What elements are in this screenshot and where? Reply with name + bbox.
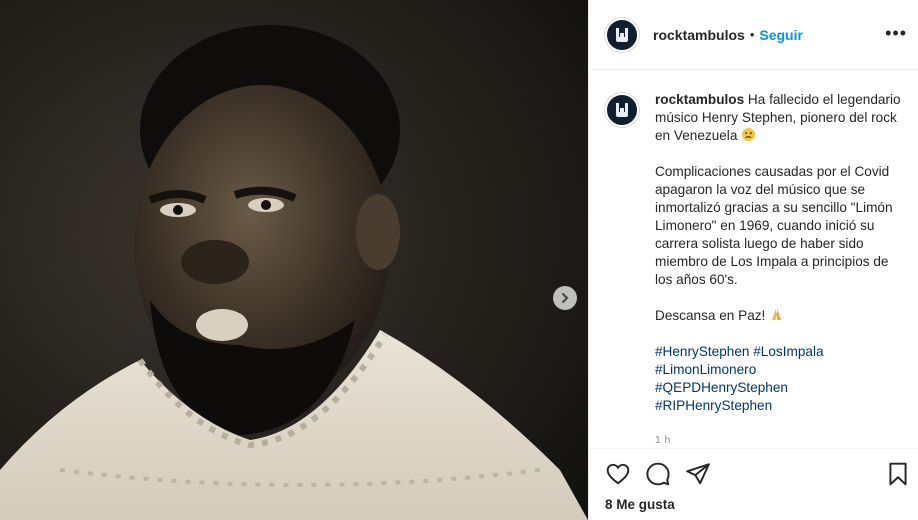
next-image-button[interactable] bbox=[553, 286, 577, 310]
caption-avatar[interactable] bbox=[605, 93, 639, 127]
hashtag-link[interactable]: #RIPHenryStephen bbox=[655, 397, 901, 415]
post-media[interactable] bbox=[0, 0, 588, 520]
hashtag-link[interactable]: #QEPDHenryStephen bbox=[655, 379, 901, 397]
caption-row: rocktambulos Ha fallecido el legendario … bbox=[605, 91, 903, 448]
caption-closing-line: Descansa en Paz! bbox=[655, 307, 901, 325]
comment-icon[interactable] bbox=[645, 461, 671, 487]
action-icons bbox=[605, 461, 711, 487]
instagram-post: rocktambulos • Seguir ••• rocktambulos H… bbox=[0, 0, 918, 520]
folded-hands-emoji-icon bbox=[771, 308, 782, 321]
hashtag-list: #HenryStephen #LosImpala #LimonLimonero … bbox=[655, 343, 901, 415]
post-photo bbox=[0, 0, 588, 520]
caption-closing: Descansa en Paz! bbox=[655, 308, 766, 323]
follow-button[interactable]: Seguir bbox=[759, 27, 803, 43]
avatar[interactable] bbox=[605, 17, 639, 52]
likes-count[interactable]: 8 Me gusta bbox=[605, 497, 675, 512]
paper-plane-icon[interactable] bbox=[685, 461, 711, 487]
post-timestamp[interactable]: 1 h bbox=[655, 431, 901, 448]
bookmark-icon[interactable] bbox=[885, 461, 911, 487]
hashtag-link[interactable]: #HenryStephen #LosImpala bbox=[655, 343, 901, 361]
rock-hand-logo-icon bbox=[616, 103, 628, 117]
caption-area: rocktambulos Ha fallecido el legendario … bbox=[589, 71, 918, 448]
separator-dot: • bbox=[749, 27, 755, 42]
chevron-right-icon bbox=[562, 293, 569, 303]
post-side-panel: rocktambulos • Seguir ••• rocktambulos H… bbox=[588, 0, 918, 520]
sad-face-emoji-icon bbox=[742, 127, 756, 142]
caption-text: rocktambulos Ha fallecido el legendario … bbox=[655, 91, 901, 448]
hashtag-link[interactable]: #LimonLimonero bbox=[655, 361, 901, 379]
header-username[interactable]: rocktambulos bbox=[653, 27, 745, 43]
heart-icon[interactable] bbox=[605, 461, 631, 487]
post-actions: 8 Me gusta bbox=[589, 448, 918, 520]
more-options-button[interactable]: ••• bbox=[885, 24, 907, 42]
caption-username[interactable]: rocktambulos bbox=[655, 92, 744, 107]
post-header: rocktambulos • Seguir ••• bbox=[589, 0, 918, 70]
caption-body: Complicaciones causadas por el Covid apa… bbox=[655, 164, 893, 287]
rock-hand-logo-icon bbox=[616, 27, 628, 42]
